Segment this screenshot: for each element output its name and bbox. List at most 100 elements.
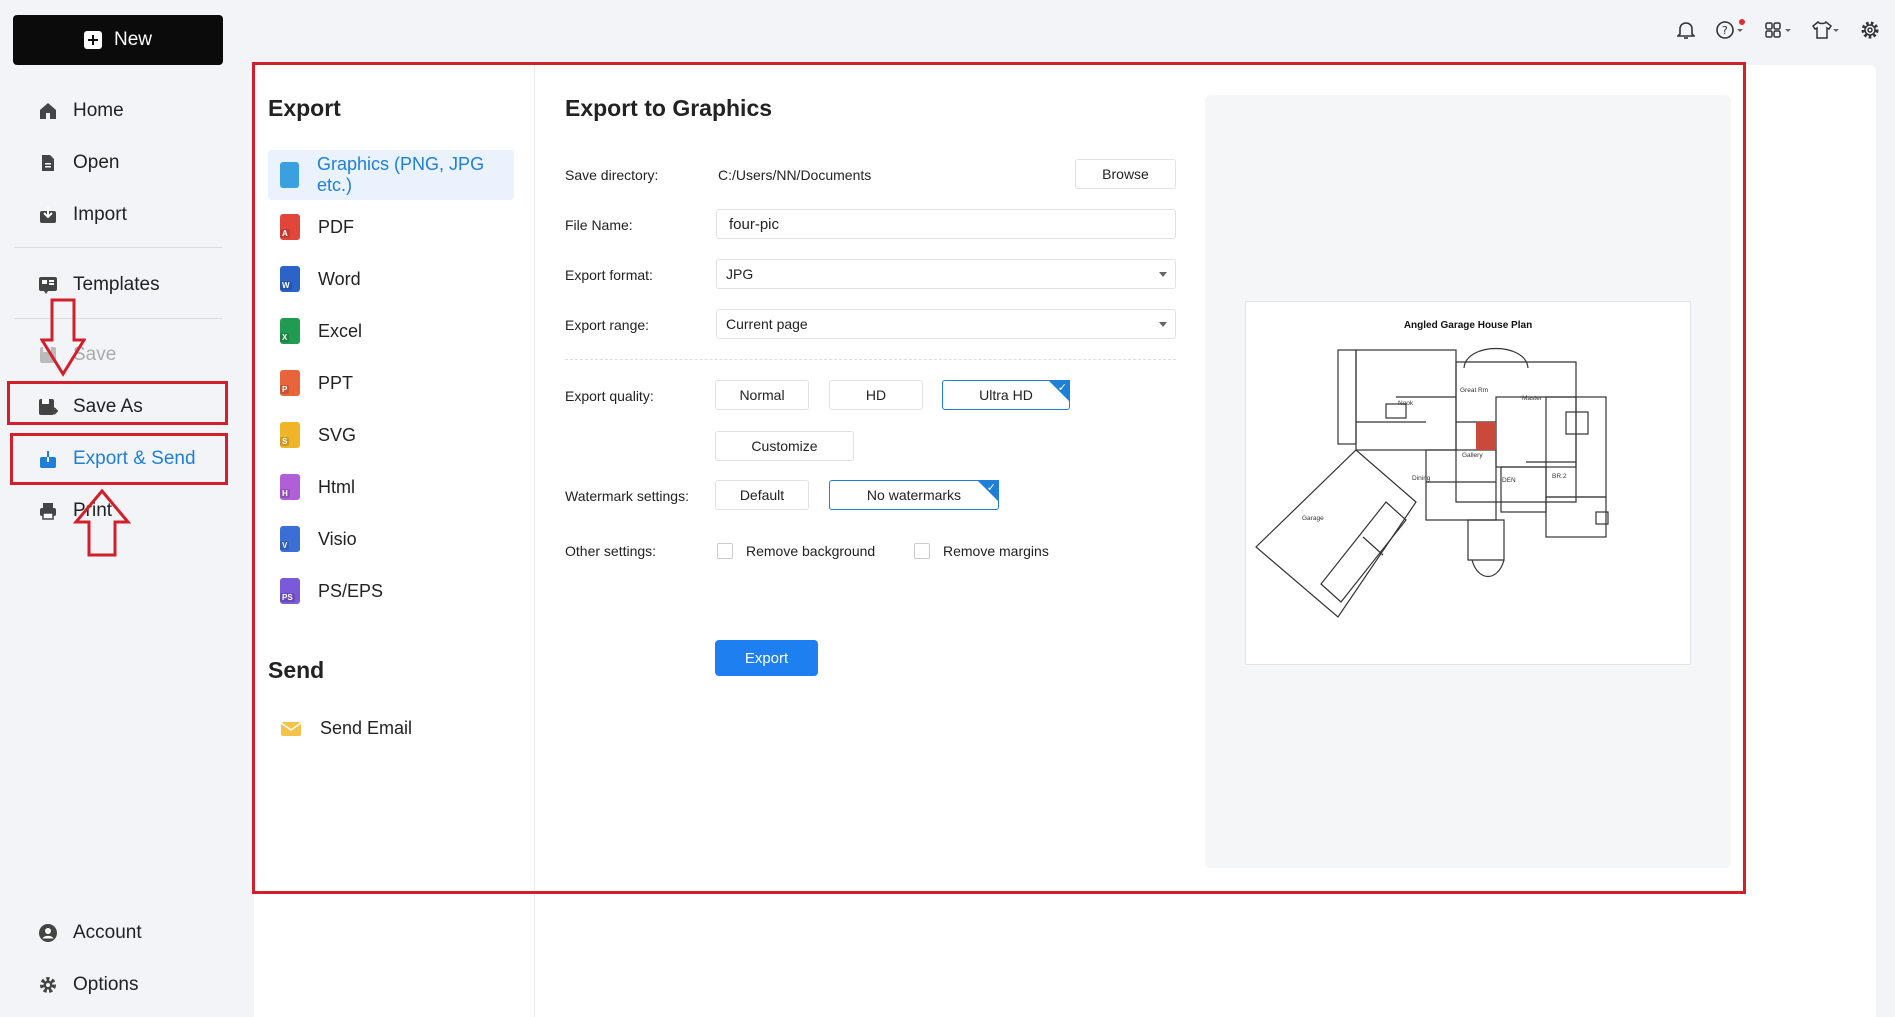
ps-file-icon: PS [280,578,300,604]
format-item-word[interactable]: W Word [268,254,514,304]
sidebar-item-print[interactable]: Print [0,491,248,531]
sidebar-item-label: Open [73,152,120,173]
floor-plan-image: Great Rm Master Nook Gallery Dining DEN … [1255,348,1609,618]
room-label: Great Rm [1460,387,1488,394]
image-file-icon [280,162,300,188]
room-label: Gallery [1462,452,1483,459]
preview-area: Angled Garage House Plan Great Rm Master… [1205,95,1731,868]
sidebar-item-import[interactable]: Import [0,195,248,235]
check-icon: ✓ [1057,382,1067,394]
room-label: Nook [1398,400,1414,407]
format-item-graphics[interactable]: Graphics (PNG, JPG etc.) [268,150,514,200]
check-icon: ✓ [986,482,996,494]
svg-file-icon: S [280,422,300,448]
word-file-icon: W [280,266,300,292]
export-format-label: Export format: [565,267,653,283]
quality-hd-button[interactable]: HD [829,380,923,410]
remove-margins-checkbox[interactable] [914,543,930,559]
customize-button[interactable]: Customize [715,431,854,461]
format-label: PDF [318,216,354,237]
sidebar-item-label: Home [73,100,124,121]
export-format-select[interactable]: JPG [716,259,1176,289]
templates-icon [38,275,58,295]
export-button[interactable]: Export [715,640,818,676]
bell-icon[interactable] [1673,18,1699,42]
settings-icon[interactable] [1857,18,1883,42]
sidebar-item-label: Save [73,344,117,365]
visio-file-icon: V [280,526,300,552]
save-as-icon [38,397,58,417]
format-label: Visio [318,528,357,549]
sidebar-item-open[interactable]: Open [0,143,248,183]
format-item-excel[interactable]: X Excel [268,306,514,356]
sidebar-item-options[interactable]: Options [0,965,248,1005]
other-settings-label: Other settings: [565,543,657,559]
room-label: DEN [1502,477,1516,484]
export-panel: Export Graphics (PNG, JPG etc.) A PDF W … [254,65,1876,1017]
pdf-file-icon: A [280,214,300,240]
room-label: BR.2 [1552,473,1567,480]
sidebar-divider [14,247,222,248]
sidebar-item-export-send[interactable]: Export & Send [0,439,248,479]
new-button[interactable]: New [13,15,223,65]
sidebar-item-label: Templates [73,274,160,295]
home-icon [38,101,58,121]
save-icon [38,345,58,365]
sidebar-item-account[interactable]: Account [0,913,248,953]
remove-background-label: Remove background [746,543,876,559]
new-button-label: New [113,29,152,50]
format-item-svg[interactable]: S SVG [268,410,514,460]
account-icon [38,923,58,943]
room-label: Garage [1302,515,1324,522]
format-label: Graphics (PNG, JPG etc.) [317,154,485,195]
format-item-html[interactable]: H Html [268,462,514,512]
sidebar-divider [14,318,222,319]
send-heading: Send [268,657,325,683]
quality-ultra-hd-button[interactable]: Ultra HD ✓ [942,380,1070,410]
export-range-select[interactable]: Current page [716,309,1176,339]
sidebar-item-templates[interactable]: Templates [0,265,248,305]
save-directory-value: C:/Users/NN/Documents [718,167,872,183]
format-item-visio[interactable]: V Visio [268,514,514,564]
watermark-default-button[interactable]: Default [715,480,809,510]
sidebar-item-save[interactable]: Save [0,335,248,375]
watermark-none-button[interactable]: No watermarks ✓ [829,480,999,510]
watermark-settings-label: Watermark settings: [565,488,689,504]
envelope-icon [280,715,302,741]
export-quality-label: Export quality: [565,388,654,404]
sidebar-item-label: Export & Send [73,448,196,469]
sidebar-item-home[interactable]: Home [0,91,248,131]
notification-dot [1739,19,1745,25]
sidebar-item-label: Options [73,974,139,995]
export-range-label: Export range: [565,317,650,333]
top-toolbar: ? [1673,18,1883,42]
browse-button[interactable]: Browse [1075,159,1176,189]
send-email-item[interactable]: Send Email [268,703,514,753]
quality-normal-button[interactable]: Normal [715,380,809,410]
sidebar-item-label: Account [73,922,142,943]
sidebar: New Home Open Import Templates Save Save… [0,0,248,1017]
format-label: SVG [318,424,357,445]
sidebar-item-label: Import [73,204,127,225]
export-icon [38,449,58,469]
send-email-label: Send Email [320,717,413,738]
format-label: Html [318,476,355,497]
sidebar-item-save-as[interactable]: Save As [0,387,248,427]
format-item-ppt[interactable]: P PPT [268,358,514,408]
room-label: Dining [1412,475,1431,482]
gear-icon [38,975,58,995]
shirt-icon[interactable] [1809,18,1843,42]
svg-text:?: ? [1722,24,1728,37]
format-item-ps-eps[interactable]: PS PS/EPS [268,566,514,616]
apps-icon[interactable] [1761,18,1795,42]
format-label: PS/EPS [318,580,384,601]
help-icon[interactable]: ? [1713,18,1747,42]
sidebar-item-label: Print [73,500,113,521]
open-file-icon [38,153,58,173]
print-icon [38,501,58,521]
plus-icon [83,31,102,49]
remove-background-checkbox[interactable] [717,543,733,559]
format-item-pdf[interactable]: A PDF [268,202,514,252]
import-icon [38,205,58,225]
file-name-input[interactable]: four-pic [716,209,1176,239]
